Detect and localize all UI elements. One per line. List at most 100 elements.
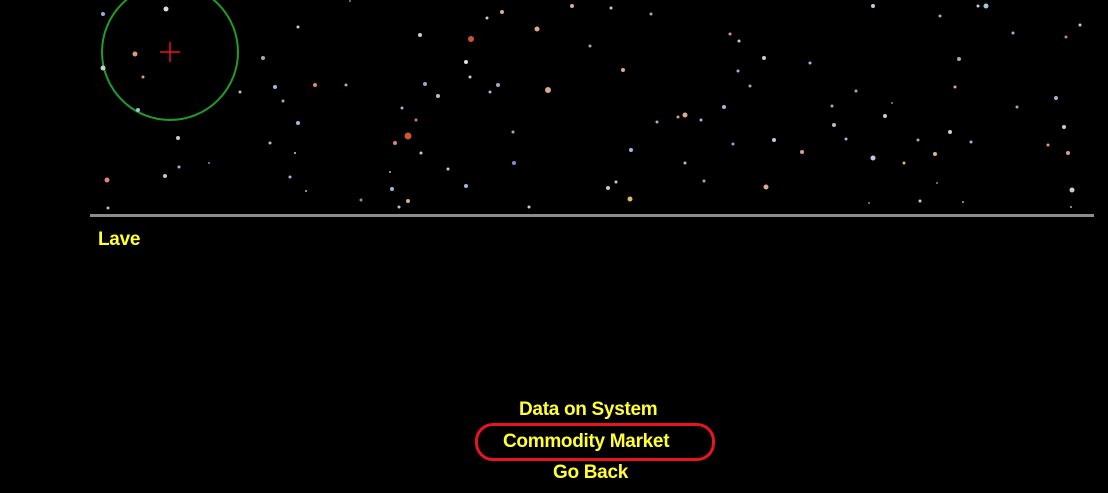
star-21[interactable] — [294, 152, 296, 154]
star-77[interactable] — [830, 104, 834, 108]
star-74[interactable] — [772, 138, 776, 142]
star-4[interactable] — [141, 75, 145, 79]
star-1[interactable] — [163, 6, 169, 12]
star-86[interactable] — [916, 138, 920, 142]
star-57[interactable] — [627, 196, 633, 202]
star-12[interactable] — [238, 90, 242, 94]
star-97[interactable] — [1015, 105, 1019, 109]
star-59[interactable] — [649, 12, 653, 16]
star-82[interactable] — [883, 114, 887, 118]
star-25[interactable] — [418, 33, 422, 37]
star-10[interactable] — [208, 162, 210, 164]
star-32[interactable] — [419, 151, 423, 155]
star-46[interactable] — [511, 130, 515, 134]
star-76[interactable] — [808, 61, 812, 65]
star-103[interactable] — [1078, 23, 1082, 27]
star-0[interactable] — [101, 12, 105, 16]
star-105[interactable] — [1070, 206, 1072, 208]
star-101[interactable] — [1064, 35, 1068, 39]
star-70[interactable] — [736, 69, 740, 73]
star-95[interactable] — [983, 3, 989, 9]
star-38[interactable] — [468, 36, 474, 42]
star-107[interactable] — [936, 182, 938, 184]
star-18[interactable] — [344, 83, 348, 87]
star-65[interactable] — [683, 161, 687, 165]
star-16[interactable] — [296, 121, 300, 125]
star-108[interactable] — [891, 102, 893, 104]
star-52[interactable] — [588, 44, 592, 48]
star-45[interactable] — [488, 90, 492, 94]
star-78[interactable] — [832, 123, 836, 127]
star-41[interactable] — [485, 16, 489, 20]
star-96[interactable] — [1011, 31, 1015, 35]
star-73[interactable] — [763, 184, 769, 190]
star-94[interactable] — [976, 4, 980, 8]
star-30[interactable] — [423, 82, 427, 86]
star-2[interactable] — [132, 51, 138, 57]
star-6[interactable] — [176, 136, 180, 140]
star-64[interactable] — [722, 105, 726, 109]
star-39[interactable] — [464, 60, 468, 64]
star-106[interactable] — [962, 201, 964, 203]
star-20[interactable] — [288, 175, 292, 179]
star-26[interactable] — [400, 106, 404, 110]
star-67[interactable] — [731, 142, 735, 146]
star-44[interactable] — [534, 26, 540, 32]
star-53[interactable] — [609, 6, 613, 10]
star-8[interactable] — [104, 177, 110, 183]
star-29[interactable] — [393, 141, 397, 145]
star-19[interactable] — [268, 141, 272, 145]
star-55[interactable] — [606, 186, 610, 190]
star-43[interactable] — [500, 10, 504, 14]
star-62[interactable] — [676, 115, 680, 119]
star-36[interactable] — [389, 171, 391, 173]
star-40[interactable] — [468, 75, 472, 79]
star-72[interactable] — [748, 84, 752, 88]
star-92[interactable] — [953, 85, 957, 89]
star-33[interactable] — [390, 187, 394, 191]
star-24[interactable] — [349, 0, 351, 2]
star-7[interactable] — [163, 174, 167, 178]
star-49[interactable] — [527, 205, 531, 209]
galaxy-chart[interactable] — [0, 0, 1108, 215]
star-61[interactable] — [682, 112, 688, 118]
star-15[interactable] — [296, 25, 300, 29]
star-68[interactable] — [728, 32, 732, 36]
star-109[interactable] — [106, 206, 110, 210]
star-field[interactable] — [0, 0, 1108, 215]
star-54[interactable] — [621, 68, 625, 72]
star-60[interactable] — [655, 120, 659, 124]
star-90[interactable] — [948, 130, 952, 134]
star-75[interactable] — [800, 150, 804, 154]
star-31[interactable] — [436, 94, 440, 98]
star-28[interactable] — [404, 132, 412, 140]
star-84[interactable] — [868, 202, 870, 204]
star-63[interactable] — [699, 118, 703, 122]
star-37[interactable] — [446, 167, 450, 171]
star-13[interactable] — [273, 85, 277, 89]
star-42[interactable] — [496, 83, 500, 87]
star-98[interactable] — [1046, 143, 1050, 147]
star-34[interactable] — [406, 199, 410, 203]
star-11[interactable] — [261, 56, 265, 60]
star-22[interactable] — [305, 190, 307, 192]
star-9[interactable] — [177, 165, 181, 169]
star-99[interactable] — [1054, 96, 1058, 100]
star-48[interactable] — [464, 184, 468, 188]
star-5[interactable] — [136, 108, 140, 112]
star-51[interactable] — [570, 4, 574, 8]
star-80[interactable] — [854, 89, 858, 93]
star-83[interactable] — [870, 155, 876, 161]
menu-item-go-back[interactable]: Go Back — [553, 462, 628, 484]
star-93[interactable] — [969, 140, 973, 144]
star-102[interactable] — [1066, 151, 1070, 155]
star-66[interactable] — [702, 179, 706, 183]
star-71[interactable] — [762, 56, 766, 60]
star-58[interactable] — [614, 180, 618, 184]
menu-item-data-on-system[interactable]: Data on System — [519, 399, 658, 421]
star-81[interactable] — [871, 4, 875, 8]
star-89[interactable] — [938, 14, 942, 18]
star-14[interactable] — [281, 99, 285, 103]
star-47[interactable] — [512, 161, 516, 165]
star-17[interactable] — [313, 83, 317, 87]
